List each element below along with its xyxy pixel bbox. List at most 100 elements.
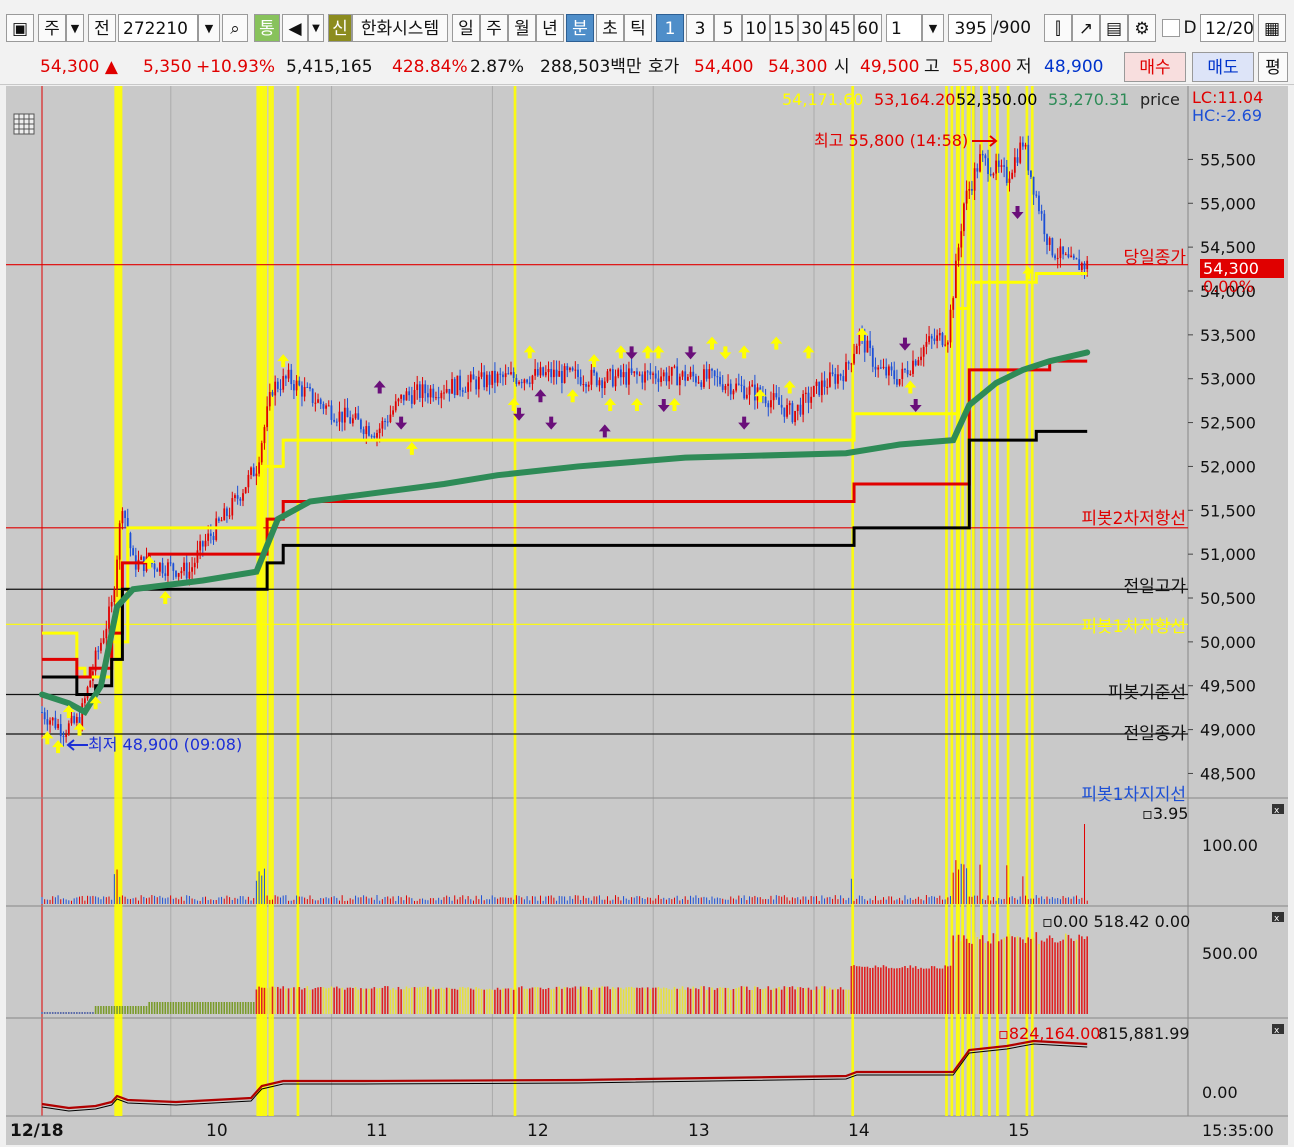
- green-ma-line: [39, 349, 1091, 717]
- gear-icon[interactable]: ⚙: [1128, 14, 1156, 42]
- trend-icon[interactable]: ↗: [1072, 14, 1100, 42]
- interval-60[interactable]: 60: [854, 14, 882, 42]
- calendar-icon[interactable]: ▦: [1258, 14, 1286, 42]
- speaker-dropdown-icon[interactable]: ▼: [308, 14, 324, 42]
- candle-body: [132, 548, 135, 556]
- stock-chart[interactable]: 48,500 49,000 49,500 50,000 50,500 51,000 51,5…: [6, 86, 1288, 1145]
- candle-body: [971, 189, 973, 191]
- period-tick[interactable]: 틱: [624, 14, 652, 42]
- high-label: 고: [924, 57, 940, 77]
- interval-30[interactable]: 30: [798, 14, 826, 42]
- down-arrow-icon: [909, 399, 922, 413]
- candle-body: [1024, 144, 1027, 147]
- d-checkbox[interactable]: [1162, 19, 1180, 37]
- sell-button[interactable]: 매도: [1192, 52, 1254, 82]
- type-selector[interactable]: 주: [38, 14, 66, 42]
- interval-1[interactable]: 1: [656, 14, 684, 42]
- candle-body: [70, 715, 73, 724]
- interval-10[interactable]: 10: [742, 14, 770, 42]
- d-label: D: [1183, 18, 1197, 38]
- osc-panel-values: ▫0.00 518.42 0.00: [1042, 912, 1190, 931]
- signal-band: [264, 86, 268, 1116]
- current-price-box-text: 54,300: [1203, 259, 1259, 278]
- today-close-label: 당일종가: [1123, 248, 1186, 268]
- tong-button[interactable]: 통: [254, 14, 280, 42]
- candle-icon[interactable]: ⫿: [1044, 14, 1072, 42]
- date-input[interactable]: 12/20: [1200, 14, 1254, 42]
- interval-3[interactable]: 3: [686, 14, 714, 42]
- stock-name[interactable]: 한화시스템: [352, 14, 448, 42]
- candle-body: [912, 360, 914, 374]
- count-input[interactable]: 395: [948, 14, 992, 42]
- candle-body: [124, 511, 126, 519]
- scope-selector[interactable]: 전: [88, 14, 116, 42]
- interval-dropdown-icon[interactable]: ▼: [922, 14, 944, 42]
- candle-body: [729, 383, 732, 395]
- code-dropdown-icon[interactable]: ▼: [198, 14, 220, 42]
- candle-body: [41, 712, 43, 714]
- candle-body: [818, 381, 821, 396]
- candle-body: [855, 345, 858, 354]
- candle-body: [995, 160, 997, 174]
- candle-body: [1075, 258, 1078, 260]
- interval-45[interactable]: 45: [826, 14, 854, 42]
- candle-body: [405, 391, 408, 401]
- candle-body: [469, 374, 472, 383]
- candle-body: [357, 413, 360, 420]
- type-dropdown-icon[interactable]: ▼: [66, 14, 84, 42]
- candle-body: [783, 407, 786, 417]
- candle-body: [185, 562, 188, 579]
- candle-body: [681, 371, 684, 377]
- candle-body: [1003, 165, 1006, 167]
- candle-body: [563, 366, 566, 383]
- candle-body: [451, 379, 453, 394]
- period-week[interactable]: 주: [480, 14, 508, 42]
- down-arrow-icon: [898, 337, 911, 351]
- custom-interval-input[interactable]: 1: [886, 14, 922, 42]
- candle-body: [217, 518, 220, 521]
- period-year[interactable]: 년: [536, 14, 564, 42]
- pivot1-resist-label: 피봇1차저항선: [1081, 617, 1186, 637]
- period-minute[interactable]: 분: [566, 14, 594, 42]
- candle-body: [376, 433, 378, 438]
- candle-body: [778, 397, 780, 405]
- obv-panel-close-icon[interactable]: x: [1272, 1024, 1284, 1036]
- candle-body: [408, 391, 411, 396]
- candle-body: [330, 405, 333, 420]
- candle-body: [496, 373, 499, 383]
- period-second[interactable]: 초: [596, 14, 624, 42]
- toolbar-top: ▣ 주 ▼ 전 272210 ▼ ⌕ 통 ◀ ▼ 신 한화시스템 일 주 월 년…: [0, 0, 1294, 51]
- period-day[interactable]: 일: [452, 14, 480, 42]
- interval-5[interactable]: 5: [714, 14, 742, 42]
- candle-body: [628, 368, 630, 385]
- candle-body: [159, 562, 161, 572]
- search-icon[interactable]: ⌕: [222, 14, 248, 42]
- candle-body: [657, 378, 660, 383]
- candle-body: [595, 372, 598, 386]
- window-icon[interactable]: ▣: [6, 14, 34, 42]
- save-icon[interactable]: ▤: [1100, 14, 1128, 42]
- buy-button[interactable]: 매수: [1124, 52, 1186, 82]
- period-month[interactable]: 월: [508, 14, 536, 42]
- candle-body: [212, 535, 215, 540]
- candle-body: [788, 403, 791, 406]
- volume-panel-close-icon[interactable]: x: [1272, 804, 1284, 816]
- candle-body: [668, 375, 671, 382]
- speaker-icon[interactable]: ◀: [282, 14, 308, 42]
- down-arrow-icon: [395, 416, 408, 430]
- interval-15[interactable]: 15: [770, 14, 798, 42]
- candle-body: [839, 374, 842, 377]
- eval-button[interactable]: 평: [1258, 52, 1288, 82]
- candle-body: [837, 374, 839, 384]
- chart-area[interactable]: 48,500 49,000 49,500 50,000 50,500 51,000 51,5…: [6, 86, 1288, 1145]
- legend-ma2: 53,164.20: [874, 90, 955, 109]
- candle-body: [641, 374, 644, 383]
- up-arrow-icon: [604, 398, 617, 412]
- candle-body: [105, 628, 108, 639]
- code-input[interactable]: 272210: [118, 14, 198, 42]
- candle-body: [177, 573, 180, 577]
- trade-amount: 288,503백만: [540, 57, 642, 77]
- sin-button[interactable]: 신: [328, 14, 352, 42]
- osc-panel-close-icon[interactable]: x: [1272, 912, 1284, 924]
- grid-toggle-icon[interactable]: [13, 113, 35, 135]
